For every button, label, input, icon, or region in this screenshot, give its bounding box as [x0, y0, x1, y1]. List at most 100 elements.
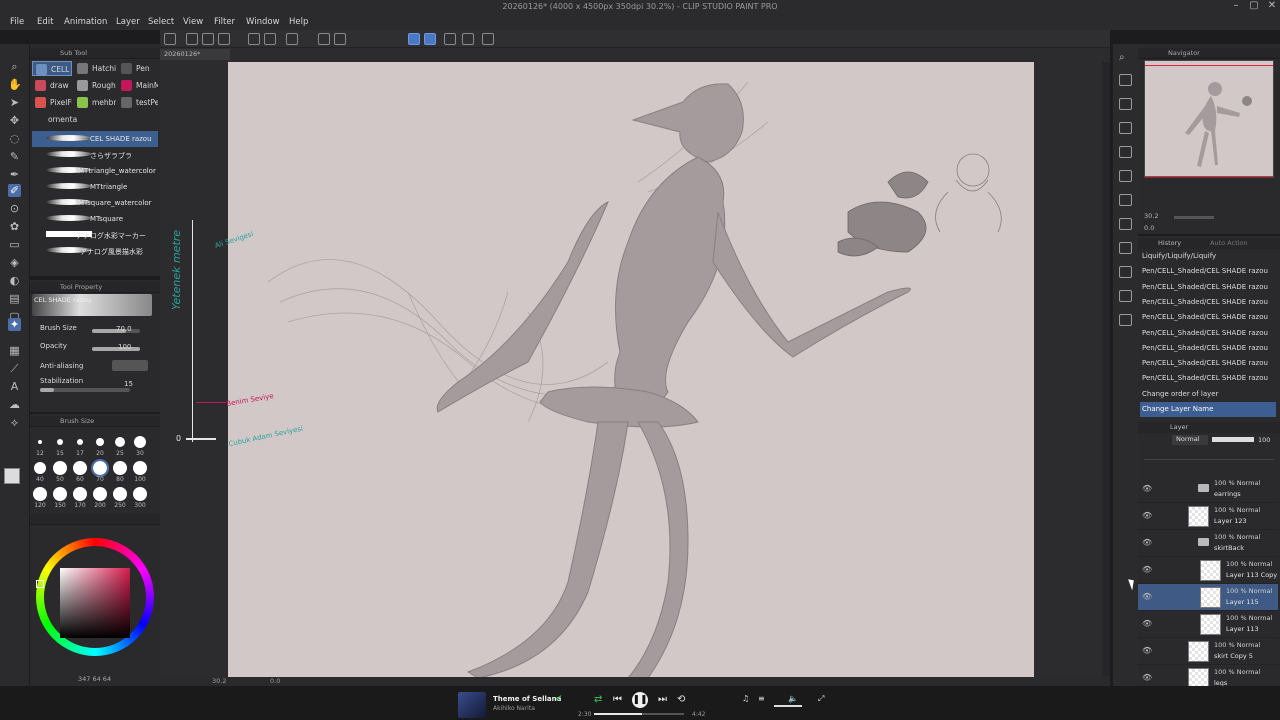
minimize-button[interactable]: – [1228, 0, 1244, 11]
layer-opacity-slider[interactable] [1212, 437, 1254, 442]
operation-tool-icon[interactable]: ➤ [8, 96, 21, 109]
brush-item[interactable]: MTsquare [32, 211, 158, 227]
eye-icon[interactable]: 👁 [1142, 673, 1152, 682]
panel-icon[interactable] [1119, 170, 1132, 182]
snap-ruler-icon[interactable] [408, 33, 420, 45]
pause-button[interactable]: ❚❚ [632, 692, 648, 708]
navigator-zoom-slider[interactable] [1174, 216, 1214, 219]
brush-size-preset[interactable] [133, 487, 147, 501]
brush-size-preset[interactable] [96, 438, 104, 446]
eye-icon[interactable]: 👁 [1142, 511, 1152, 520]
layer-row[interactable]: 👁 100 % Normal skirtBack [1138, 530, 1278, 557]
airbrush-tool-icon[interactable]: ⊙ [8, 202, 21, 215]
layer-row[interactable]: 👁 100 % Normal skirt Copy 5 [1138, 638, 1278, 665]
subtool-tab-draw[interactable]: draw [32, 78, 72, 93]
clear-icon[interactable] [286, 33, 298, 45]
subtool-tab-testpe[interactable]: testPe [118, 95, 158, 110]
panel-icon[interactable] [1119, 98, 1132, 110]
save-icon[interactable] [218, 33, 230, 45]
brush-item[interactable]: アナログ水彩マーカー [32, 227, 158, 243]
history-item[interactable]: Pen/CELL_Shaded/CEL SHADE razou [1140, 341, 1276, 356]
history-item[interactable]: Pen/CELL_Shaded/CEL SHADE razou [1140, 264, 1276, 279]
maximize-button[interactable]: ▢ [1246, 0, 1262, 11]
lasso-tool-icon[interactable]: ◌ [8, 132, 21, 145]
eyedropper-tool-icon[interactable]: ✎ [8, 150, 21, 163]
brush-size-preset[interactable] [33, 487, 47, 501]
brush-size-preset[interactable] [73, 487, 87, 501]
brush-size-preset[interactable] [57, 439, 63, 445]
menu-help[interactable]: Help [289, 17, 308, 27]
queue-icon[interactable]: ≡ [758, 694, 765, 703]
close-button[interactable]: ✕ [1264, 0, 1280, 11]
brush-tool-icon[interactable]: ✐ [8, 184, 21, 197]
subtool-tab-pixelfu[interactable]: PixelFu [32, 95, 72, 110]
navigator-preview[interactable] [1144, 60, 1274, 178]
opacity-slider[interactable] [92, 347, 140, 351]
history-item[interactable]: Pen/CELL_Shaded/CEL SHADE razou [1140, 326, 1276, 341]
subtool-tab-ornenta[interactable]: ornenta [32, 112, 82, 127]
shuffle-icon[interactable]: ⇄ [594, 694, 602, 705]
brush-item[interactable]: アナログ風景描水彩 [32, 243, 158, 259]
history-item[interactable]: Pen/CELL_Shaded/CEL SHADE razou [1140, 371, 1276, 386]
volume-icon[interactable]: 🔈 [788, 694, 798, 703]
main-color-swatch[interactable] [4, 468, 20, 484]
eye-icon[interactable]: 👁 [1142, 538, 1152, 547]
decoration-tool-icon[interactable]: ✿ [8, 220, 21, 233]
subtool-tab-cell[interactable]: CELL [32, 61, 72, 76]
snap-special-ruler-icon[interactable] [424, 33, 436, 45]
playback-progress[interactable] [594, 713, 684, 715]
eye-icon[interactable]: 👁 [1142, 619, 1152, 628]
history-item[interactable]: Liquify/Liquify/Liquify [1140, 249, 1276, 264]
brush-size-preset[interactable] [113, 487, 127, 501]
brush-item[interactable]: MTtriangle [32, 179, 158, 195]
tab-auto-action[interactable]: Auto Action [1210, 239, 1248, 247]
brush-size-preset[interactable] [73, 461, 87, 475]
hand-tool-icon[interactable]: ✋ [8, 78, 22, 91]
history-item[interactable]: Pen/CELL_Shaded/CEL SHADE razou [1140, 356, 1276, 371]
history-item[interactable]: Change order of layer [1140, 387, 1276, 402]
redo-icon[interactable] [264, 33, 276, 45]
layer-row[interactable]: 👁 100 % Normal Layer 113 [1138, 611, 1278, 638]
lyrics-icon[interactable]: ♫ [742, 694, 749, 703]
drawing-canvas[interactable] [228, 62, 1034, 678]
panel-icon[interactable] [1119, 74, 1132, 86]
saturation-value-square[interactable] [60, 568, 130, 638]
panel-icon[interactable] [1119, 218, 1132, 230]
vertical-scrollbar[interactable] [1102, 62, 1110, 676]
menu-select[interactable]: Select [148, 17, 174, 27]
eye-icon[interactable]: 👁 [1142, 592, 1152, 601]
panel-icon[interactable] [1119, 290, 1132, 302]
panel-icon[interactable] [1119, 146, 1132, 158]
open-file-icon[interactable] [202, 33, 214, 45]
brush-size-preset[interactable] [91, 459, 109, 477]
menu-edit[interactable]: Edit [37, 17, 53, 27]
liked-check-icon[interactable]: ✔ [555, 694, 563, 704]
frame-tool-icon[interactable]: ▦ [8, 344, 21, 357]
horizontal-scrollbar[interactable]: 30.2 0.0 [160, 677, 1110, 686]
fullscreen-icon[interactable]: ⤢ [818, 694, 824, 704]
pen-tool-icon[interactable]: ✒ [8, 168, 21, 181]
zoom-tool-icon[interactable]: ⌕ [8, 60, 21, 73]
text-tool-icon[interactable]: A [8, 380, 21, 393]
clip-studio-icon[interactable] [164, 33, 176, 45]
ruler-tool-icon[interactable]: ⟋ [8, 362, 21, 375]
brush-size-preset[interactable] [134, 436, 146, 448]
stabilization-slider[interactable] [40, 388, 130, 392]
eye-icon[interactable]: 👁 [1142, 565, 1152, 574]
gradient-tool-icon[interactable]: ▤ [8, 292, 21, 305]
brush-size-preset[interactable] [133, 461, 147, 475]
move-layer-tool-icon[interactable]: ✥ [8, 114, 21, 127]
hue-marker[interactable] [36, 580, 44, 588]
panel-icon[interactable] [1119, 314, 1132, 326]
panel-icon[interactable] [1119, 194, 1132, 206]
subtool-tab-mainm[interactable]: MainM [118, 78, 158, 93]
history-item[interactable]: Pen/CELL_Shaded/CEL SHADE razou [1140, 310, 1276, 325]
menu-view[interactable]: View [183, 17, 203, 27]
transform-icon[interactable] [334, 33, 346, 45]
menu-filter[interactable]: Filter [214, 17, 235, 27]
panel-icon[interactable] [1119, 266, 1132, 278]
brush-item[interactable]: MTsquare_watercolor [32, 195, 158, 211]
navigator-view-frame[interactable] [1145, 65, 1273, 177]
search-icon[interactable]: ⌕ [1119, 52, 1132, 64]
volume-slider[interactable] [774, 705, 802, 707]
